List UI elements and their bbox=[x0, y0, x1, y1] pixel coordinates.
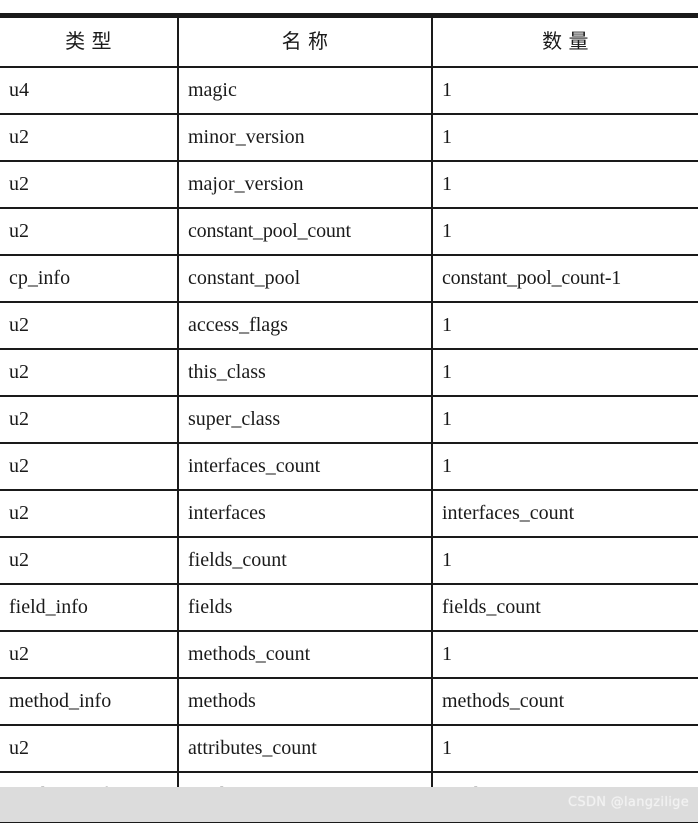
cell-name: methods_count bbox=[178, 631, 433, 679]
table-body: u4 magic 1 u2 minor_version 1 u2 major_version 1… bbox=[0, 67, 698, 821]
table-row: u2 minor_version 1 bbox=[0, 114, 698, 162]
table-row: u2 interfaces interfaces_count bbox=[0, 490, 698, 538]
cell-type: cp_info bbox=[0, 255, 179, 303]
table-row: u2 attributes_count 1 bbox=[0, 725, 698, 773]
cell-type: u2 bbox=[0, 631, 179, 679]
column-header-type: 类 型 bbox=[0, 15, 179, 68]
cell-type: u2 bbox=[0, 396, 179, 444]
page-root: 类 型 名 称 数 量 u4 magic 1 u2 minor_version 1 u2 ma… bbox=[0, 0, 698, 823]
table-row: u2 this_class 1 bbox=[0, 349, 698, 397]
column-header-type-label: 类 型 bbox=[65, 30, 112, 53]
cell-quantity: fields_count bbox=[432, 584, 698, 632]
cell-quantity: constant_pool_count-1 bbox=[432, 255, 698, 303]
cell-type: method_info bbox=[0, 678, 179, 726]
table-row: u4 magic 1 bbox=[0, 67, 698, 115]
cell-quantity: 1 bbox=[432, 537, 698, 585]
cell-name: constant_pool bbox=[178, 255, 433, 303]
classfile-structure-table-wrapper: 类 型 名 称 数 量 u4 magic 1 u2 minor_version 1 u2 ma… bbox=[0, 13, 698, 823]
cell-quantity: 1 bbox=[432, 725, 698, 773]
column-header-name: 名 称 bbox=[178, 15, 433, 68]
table-row: u2 interfaces_count 1 bbox=[0, 443, 698, 491]
column-header-name-label: 名 称 bbox=[281, 30, 329, 53]
cell-name: constant_pool_count bbox=[178, 208, 433, 256]
classfile-structure-table: 类 型 名 称 数 量 u4 magic 1 u2 minor_version 1 u2 ma… bbox=[0, 13, 698, 823]
table-row: u2 super_class 1 bbox=[0, 396, 698, 444]
cell-name: fields_count bbox=[178, 537, 433, 585]
cell-name: super_class bbox=[178, 396, 433, 444]
cell-quantity: 1 bbox=[432, 114, 698, 162]
cell-quantity: interfaces_count bbox=[432, 490, 698, 538]
cell-type: u2 bbox=[0, 349, 179, 397]
table-row: cp_info constant_pool constant_pool_count-… bbox=[0, 255, 698, 303]
cell-name: methods bbox=[178, 678, 433, 726]
cell-name: access_flags bbox=[178, 302, 433, 350]
cell-type: u2 bbox=[0, 208, 179, 256]
cell-quantity: 1 bbox=[432, 67, 698, 115]
cell-quantity: 1 bbox=[432, 208, 698, 256]
cell-quantity: 1 bbox=[432, 631, 698, 679]
cell-quantity: 1 bbox=[432, 302, 698, 350]
column-header-quantity-label: 数 量 bbox=[542, 30, 589, 53]
cell-quantity: 1 bbox=[432, 349, 698, 397]
footer-bar: CSDN @langzilige bbox=[0, 787, 698, 822]
table-row: method_info methods methods_count bbox=[0, 678, 698, 726]
cell-type: u2 bbox=[0, 302, 179, 350]
cell-name: interfaces bbox=[178, 490, 433, 538]
cell-quantity: 1 bbox=[432, 443, 698, 491]
cell-type: u4 bbox=[0, 67, 179, 115]
cell-name: interfaces_count bbox=[178, 443, 433, 491]
table-row: u2 major_version 1 bbox=[0, 161, 698, 209]
cell-name: attributes_count bbox=[178, 725, 433, 773]
cell-type: u2 bbox=[0, 725, 179, 773]
cell-name: major_version bbox=[178, 161, 433, 209]
table-header-row: 类 型 名 称 数 量 bbox=[0, 15, 698, 68]
cell-name: magic bbox=[178, 67, 433, 115]
cell-type: field_info bbox=[0, 584, 179, 632]
cell-name: fields bbox=[178, 584, 433, 632]
table-header: 类 型 名 称 数 量 bbox=[0, 15, 698, 68]
cell-type: u2 bbox=[0, 443, 179, 491]
cell-name: this_class bbox=[178, 349, 433, 397]
table-row: u2 access_flags 1 bbox=[0, 302, 698, 350]
cell-quantity: methods_count bbox=[432, 678, 698, 726]
csdn-watermark: CSDN @langzilige bbox=[568, 795, 689, 810]
table-row: field_info fields fields_count bbox=[0, 584, 698, 632]
cell-name: minor_version bbox=[178, 114, 433, 162]
cell-type: u2 bbox=[0, 537, 179, 585]
cell-type: u2 bbox=[0, 114, 179, 162]
table-row: u2 fields_count 1 bbox=[0, 537, 698, 585]
cell-type: u2 bbox=[0, 161, 179, 209]
table-row: u2 methods_count 1 bbox=[0, 631, 698, 679]
cell-quantity: 1 bbox=[432, 396, 698, 444]
column-header-quantity: 数 量 bbox=[432, 15, 698, 68]
cell-type: u2 bbox=[0, 490, 179, 538]
table-row: u2 constant_pool_count 1 bbox=[0, 208, 698, 256]
cell-quantity: 1 bbox=[432, 161, 698, 209]
